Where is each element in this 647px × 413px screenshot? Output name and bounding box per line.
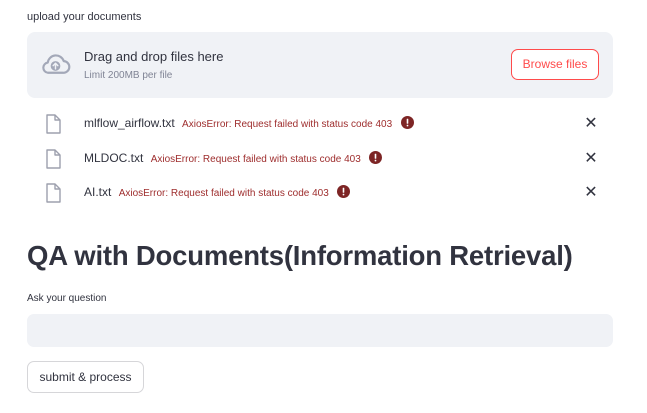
file-item: AI.txt AxiosError: Request failed with s… xyxy=(27,183,613,207)
remove-file-button[interactable]: ✕ xyxy=(584,149,598,169)
file-name: AI.txt xyxy=(84,185,112,199)
file-row-text: mlflow_airflow.txt AxiosError: Request f… xyxy=(84,116,414,130)
error-icon xyxy=(369,151,383,164)
error-icon xyxy=(400,116,414,129)
file-item: mlflow_airflow.txt AxiosError: Request f… xyxy=(27,114,613,138)
file-dropzone[interactable]: Drag and drop files here Limit 200MB per… xyxy=(27,32,613,98)
page: upload your documents Drag and drop file… xyxy=(0,0,647,413)
dropzone-title: Drag and drop files here xyxy=(84,49,224,64)
file-row-text: AI.txt AxiosError: Request failed with s… xyxy=(84,185,351,199)
page-title: QA with Documents(Information Retrieval) xyxy=(27,240,573,271)
file-error-message: AxiosError: Request failed with status c… xyxy=(118,188,329,199)
file-error-message: AxiosError: Request failed with status c… xyxy=(182,119,393,130)
question-input[interactable] xyxy=(27,314,613,347)
error-icon xyxy=(337,185,351,198)
file-item: MLDOC.txt AxiosError: Request failed wit… xyxy=(27,149,613,173)
file-row-text: MLDOC.txt AxiosError: Request failed wit… xyxy=(84,151,383,165)
submit-process-button[interactable]: submit & process xyxy=(27,361,144,393)
remove-file-button[interactable]: ✕ xyxy=(584,114,598,134)
file-name: mlflow_airflow.txt xyxy=(84,116,175,130)
cloud-upload-icon xyxy=(42,54,71,74)
question-label: Ask your question xyxy=(27,293,107,304)
file-icon xyxy=(46,114,61,134)
file-name: MLDOC.txt xyxy=(84,151,144,165)
file-error-message: AxiosError: Request failed with status c… xyxy=(150,154,361,165)
browse-files-button[interactable]: Browse files xyxy=(511,49,599,80)
upload-label: upload your documents xyxy=(27,11,142,23)
file-icon xyxy=(46,149,61,169)
dropzone-limit: Limit 200MB per file xyxy=(84,70,173,81)
file-icon xyxy=(46,183,61,203)
remove-file-button[interactable]: ✕ xyxy=(584,183,598,203)
